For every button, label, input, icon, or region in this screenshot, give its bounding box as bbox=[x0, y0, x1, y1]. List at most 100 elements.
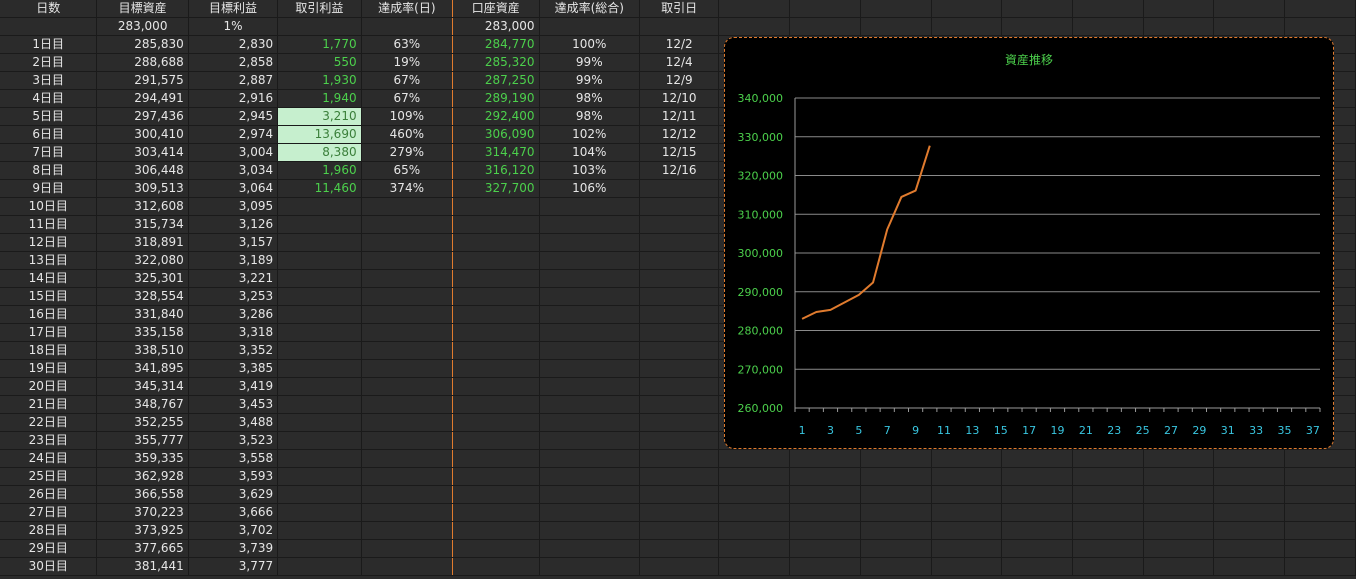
daily-rate-cell[interactable] bbox=[361, 539, 454, 558]
target-asset-cell[interactable]: 331,840 bbox=[96, 305, 189, 324]
daily-rate-cell[interactable] bbox=[361, 557, 454, 576]
empty-cell[interactable] bbox=[789, 539, 861, 558]
total-rate-cell[interactable] bbox=[539, 359, 641, 378]
target-profit-cell[interactable]: 3,777 bbox=[188, 557, 279, 576]
target-asset-cell[interactable]: 291,575 bbox=[96, 71, 189, 90]
trade-date-cell[interactable]: 12/4 bbox=[639, 53, 720, 72]
empty-cell[interactable] bbox=[1143, 17, 1215, 36]
trade-profit-cell[interactable]: 1,960 bbox=[277, 161, 362, 180]
target-profit-cell[interactable]: 3,629 bbox=[188, 485, 279, 504]
total-rate-cell[interactable] bbox=[539, 557, 641, 576]
total-rate-cell[interactable] bbox=[539, 413, 641, 432]
empty-cell[interactable] bbox=[1143, 485, 1215, 504]
total-rate-cell[interactable] bbox=[539, 215, 641, 234]
empty-cell[interactable] bbox=[718, 503, 791, 522]
trade-date-cell[interactable] bbox=[639, 485, 720, 504]
target-profit-cell[interactable]: 2,974 bbox=[188, 125, 279, 144]
target-profit-cell[interactable]: 3,488 bbox=[188, 413, 279, 432]
target-asset-cell[interactable]: 315,734 bbox=[96, 215, 189, 234]
target-asset-cell[interactable]: 306,448 bbox=[96, 161, 189, 180]
target-profit-cell[interactable]: 3,593 bbox=[188, 467, 279, 486]
column-header[interactable]: 達成率(総合) bbox=[539, 0, 641, 18]
account-asset-cell[interactable] bbox=[452, 449, 540, 468]
empty-cell[interactable] bbox=[789, 485, 861, 504]
empty-cell[interactable] bbox=[931, 521, 1003, 540]
trade-date-cell[interactable]: 12/12 bbox=[639, 125, 720, 144]
trade-profit-cell[interactable] bbox=[277, 557, 362, 576]
day-cell[interactable]: 30日目 bbox=[0, 557, 98, 576]
empty-cell[interactable] bbox=[860, 17, 932, 36]
empty-cell[interactable] bbox=[931, 557, 1003, 576]
trade-profit-cell[interactable] bbox=[277, 287, 362, 306]
trade-profit-cell[interactable] bbox=[277, 395, 362, 414]
day-cell[interactable]: 26日目 bbox=[0, 485, 98, 504]
trade-profit-cell[interactable] bbox=[277, 485, 362, 504]
empty-cell[interactable] bbox=[931, 503, 1003, 522]
day-cell[interactable]: 15日目 bbox=[0, 287, 98, 306]
account-asset-cell[interactable]: 316,120 bbox=[452, 161, 540, 180]
empty-cell[interactable] bbox=[860, 0, 932, 18]
target-asset-cell[interactable]: 297,436 bbox=[96, 107, 189, 126]
trade-profit-cell[interactable] bbox=[277, 503, 362, 522]
total-rate-cell[interactable] bbox=[539, 521, 641, 540]
target-asset-cell[interactable]: 370,223 bbox=[96, 503, 189, 522]
account-asset-cell[interactable]: 285,320 bbox=[452, 53, 540, 72]
day-cell[interactable]: 22日目 bbox=[0, 413, 98, 432]
trade-profit-cell[interactable] bbox=[277, 305, 362, 324]
target-profit-cell[interactable]: 2,858 bbox=[188, 53, 279, 72]
column-header[interactable]: 目標利益 bbox=[188, 0, 279, 18]
day-cell[interactable]: 19日目 bbox=[0, 359, 98, 378]
day-cell[interactable]: 1日目 bbox=[0, 35, 98, 54]
trade-date-cell[interactable] bbox=[639, 377, 720, 396]
target-profit-cell[interactable]: 3,739 bbox=[188, 539, 279, 558]
trade-date-cell[interactable] bbox=[639, 251, 720, 270]
trade-date-cell[interactable] bbox=[639, 287, 720, 306]
column-header[interactable]: 目標資産 bbox=[96, 0, 189, 18]
day-cell[interactable]: 6日目 bbox=[0, 125, 98, 144]
column-header[interactable]: 口座資産 bbox=[452, 0, 540, 18]
account-asset-cell[interactable]: 306,090 bbox=[452, 125, 540, 144]
empty-cell[interactable] bbox=[1001, 539, 1073, 558]
trade-profit-cell[interactable]: 3,210 bbox=[277, 107, 362, 126]
trade-date-cell[interactable] bbox=[639, 431, 720, 450]
account-asset-cell[interactable] bbox=[452, 251, 540, 270]
daily-rate-cell[interactable] bbox=[361, 413, 454, 432]
daily-rate-cell[interactable] bbox=[361, 215, 454, 234]
empty-cell[interactable] bbox=[1001, 521, 1073, 540]
empty-cell[interactable] bbox=[860, 485, 932, 504]
total-rate-cell[interactable]: 100% bbox=[539, 35, 641, 54]
target-profit-cell[interactable]: 2,916 bbox=[188, 89, 279, 108]
trade-profit-cell[interactable] bbox=[277, 449, 362, 468]
target-profit-cell[interactable]: 3,064 bbox=[188, 179, 279, 198]
trade-profit-cell[interactable] bbox=[277, 377, 362, 396]
empty-cell[interactable] bbox=[1001, 449, 1073, 468]
daily-rate-cell[interactable] bbox=[361, 323, 454, 342]
empty-cell[interactable] bbox=[1001, 503, 1073, 522]
trade-date-cell[interactable] bbox=[639, 521, 720, 540]
total-rate-cell[interactable]: 102% bbox=[539, 125, 641, 144]
empty-cell[interactable] bbox=[1143, 449, 1215, 468]
account-asset-cell[interactable] bbox=[452, 287, 540, 306]
target-profit-cell[interactable]: 3,189 bbox=[188, 251, 279, 270]
day-cell[interactable]: 12日目 bbox=[0, 233, 98, 252]
empty-cell[interactable] bbox=[789, 557, 861, 576]
trade-date-cell[interactable] bbox=[639, 179, 720, 198]
column-header[interactable]: 達成率(日) bbox=[361, 0, 454, 18]
target-profit-cell[interactable]: 3,523 bbox=[188, 431, 279, 450]
empty-cell[interactable] bbox=[539, 17, 641, 36]
total-rate-cell[interactable] bbox=[539, 269, 641, 288]
empty-cell[interactable] bbox=[1001, 485, 1073, 504]
empty-cell[interactable] bbox=[1284, 17, 1356, 36]
empty-cell[interactable] bbox=[931, 485, 1003, 504]
account-asset-cell[interactable]: 314,470 bbox=[452, 143, 540, 162]
day-cell[interactable]: 20日目 bbox=[0, 377, 98, 396]
empty-cell[interactable] bbox=[1143, 467, 1215, 486]
trade-profit-cell[interactable] bbox=[277, 251, 362, 270]
daily-rate-cell[interactable] bbox=[361, 251, 454, 270]
trade-date-cell[interactable] bbox=[639, 269, 720, 288]
daily-rate-cell[interactable] bbox=[361, 287, 454, 306]
account-asset-cell[interactable] bbox=[452, 305, 540, 324]
daily-rate-cell[interactable]: 279% bbox=[361, 143, 454, 162]
empty-cell[interactable] bbox=[1284, 449, 1356, 468]
empty-cell[interactable] bbox=[718, 0, 791, 18]
